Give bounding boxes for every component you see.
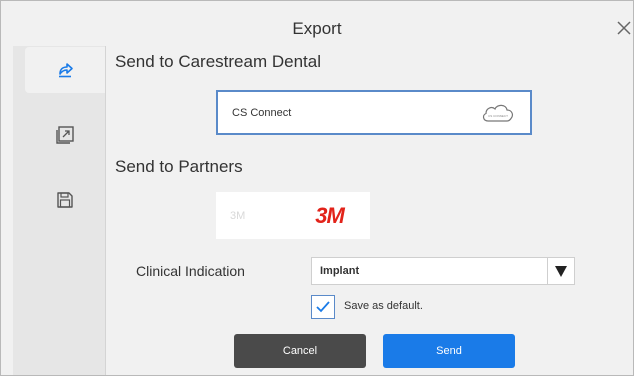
dropdown-arrow[interactable] [547,258,574,284]
cancel-button[interactable]: Cancel [234,334,366,368]
partners-heading: Send to Partners [115,157,243,176]
clinical-indication-value: Implant [320,265,360,277]
close-button[interactable] [613,17,633,39]
partner-3m-option[interactable]: 3M 3M [216,192,370,239]
send-button[interactable]: Send [383,334,515,368]
export-dialog: Export Send to Carestream Dental CS Conn… [0,0,634,376]
share-icon [59,63,73,78]
clinical-indication-label: Clinical Indication [136,263,245,279]
clinical-indication-select[interactable]: Implant [311,257,575,285]
partner-name: 3M [230,209,246,222]
close-icon [617,21,631,35]
save-default-checkbox[interactable] [311,295,335,319]
triangle-down-icon [555,265,567,277]
sidebar-tab-export-file[interactable] [25,112,105,158]
save-default-label: Save as default. [344,300,423,312]
sidebar-tab-save[interactable] [25,177,105,223]
cloud-icon: CS CONNECT [482,104,513,122]
cs-connect-option[interactable]: CS Connect CS CONNECT [216,90,532,135]
carestream-heading: Send to Carestream Dental [115,52,321,71]
checkmark-icon [316,301,330,313]
export-file-icon [56,126,74,144]
cs-connect-label: CS Connect [232,106,292,119]
cloud-icon-text: CS CONNECT [488,114,508,118]
sidebar-tab-share[interactable] [25,47,105,93]
3m-logo: 3M [315,202,345,228]
dialog-title: Export [292,19,342,38]
save-icon [57,192,73,208]
